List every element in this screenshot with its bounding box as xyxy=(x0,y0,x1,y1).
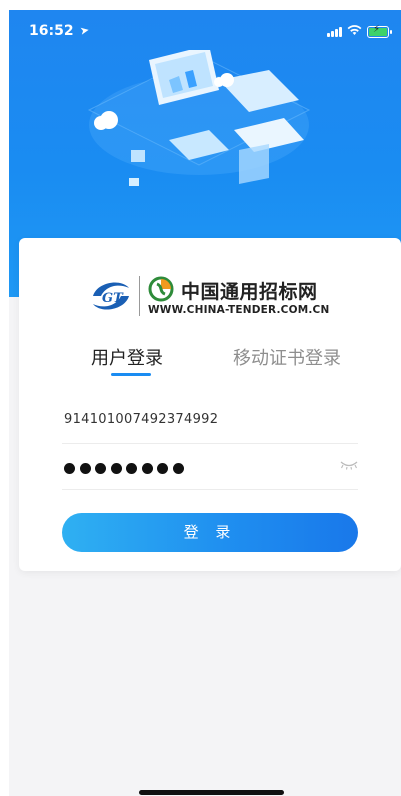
svg-text:GT: GT xyxy=(102,291,124,306)
logo-divider xyxy=(139,276,140,316)
battery-charging-icon: ⚡ xyxy=(367,24,392,38)
password-field[interactable] xyxy=(62,446,358,490)
tender-net-logo-icon xyxy=(148,276,174,302)
brand-name: 中国通用招标网 xyxy=(181,281,318,303)
isometric-dashboard-illustration xyxy=(87,50,311,186)
brand-logo: GT 中国通用招标网 WWW.CHINA-TENDER.COM.CN xyxy=(91,274,351,318)
active-tab-indicator xyxy=(111,373,151,376)
eye-closed-icon[interactable] xyxy=(340,460,358,470)
username-input[interactable]: 914101007492374992 xyxy=(64,412,218,427)
username-field[interactable]: 914101007492374992 xyxy=(62,400,358,444)
status-time: 16:52 xyxy=(29,23,74,39)
password-input[interactable] xyxy=(64,459,188,478)
gt-logo-icon: GT xyxy=(93,282,129,310)
tab-mobile-cert-login[interactable]: 移动证书登录 xyxy=(233,344,341,370)
login-button[interactable]: 登 录 xyxy=(62,513,358,552)
tab-user-login[interactable]: 用户登录 xyxy=(91,344,163,370)
login-tabs: 用户登录 移动证书登录 xyxy=(19,344,401,384)
login-card: GT 中国通用招标网 WWW.CHINA-TENDER.COM.CN 用户登录 … xyxy=(19,238,401,571)
status-bar: 16:52 ➤ ⚡ xyxy=(9,10,401,54)
brand-url: WWW.CHINA-TENDER.COM.CN xyxy=(148,304,330,316)
home-indicator xyxy=(139,790,284,795)
wifi-icon xyxy=(347,25,362,35)
app-screen: 16:52 ➤ ⚡ GT 中国通用招标网 WWW.CHINA-TENDER.CO… xyxy=(9,10,401,796)
location-arrow-icon: ➤ xyxy=(78,23,91,38)
